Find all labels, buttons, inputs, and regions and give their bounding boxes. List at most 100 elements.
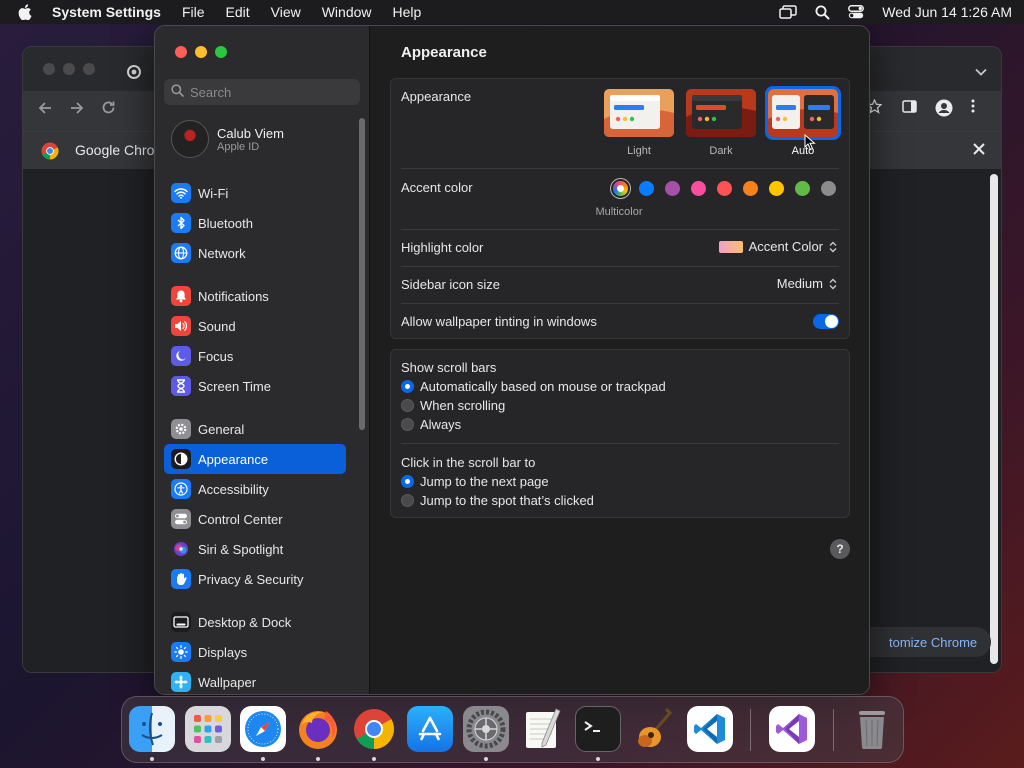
apple-id-account[interactable]: Calub Viem Apple ID bbox=[171, 120, 284, 158]
sidebar-item-label: Control Center bbox=[198, 511, 283, 527]
radio-click-next-page[interactable]: Jump to the next page bbox=[401, 474, 549, 489]
chrome-tab-favicon-icon[interactable] bbox=[127, 65, 141, 82]
menu-file[interactable]: File bbox=[182, 4, 205, 20]
garageband-icon[interactable] bbox=[631, 706, 677, 752]
menu-window[interactable]: Window bbox=[322, 4, 372, 20]
apple-menu-icon[interactable] bbox=[18, 4, 34, 20]
appearance-option-auto[interactable] bbox=[765, 86, 841, 140]
search-input[interactable] bbox=[190, 84, 350, 100]
accent-swatch-purple[interactable] bbox=[665, 181, 680, 196]
sidebar-item-displays[interactable]: Displays bbox=[164, 637, 346, 667]
sidebar-item-wifi[interactable]: Wi-Fi bbox=[164, 178, 346, 208]
dock-separator bbox=[833, 709, 834, 751]
customize-chrome-button[interactable]: tomize Chrome bbox=[863, 627, 992, 657]
radio-scroll-when-scrolling[interactable]: When scrolling bbox=[401, 398, 505, 413]
vscode-icon[interactable] bbox=[687, 706, 733, 752]
appearance-option-light[interactable] bbox=[604, 89, 674, 137]
accent-color-label: Accent color bbox=[401, 180, 473, 195]
settings-sidebar: Calub Viem Apple ID Wi-Fi Bluetooth bbox=[155, 26, 370, 694]
sidebar-item-focus[interactable]: Focus bbox=[164, 341, 346, 371]
accent-swatch-blue[interactable] bbox=[639, 181, 654, 196]
window-minimize-button[interactable] bbox=[195, 46, 207, 58]
sidebar-item-bluetooth[interactable]: Bluetooth bbox=[164, 208, 346, 238]
firefox-icon[interactable] bbox=[295, 706, 341, 752]
sidebar-item-appearance[interactable]: Appearance bbox=[164, 444, 346, 474]
accent-swatch-red[interactable] bbox=[717, 181, 732, 196]
appearance-option-dark[interactable] bbox=[686, 89, 756, 137]
appearance-icon bbox=[171, 449, 191, 469]
appearance-light-label: Light bbox=[627, 145, 651, 157]
sidebar-item-sound[interactable]: Sound bbox=[164, 311, 346, 341]
chrome-maximize-button[interactable] bbox=[83, 63, 95, 75]
chrome-reload-icon[interactable] bbox=[101, 100, 116, 120]
chrome-close-button[interactable] bbox=[43, 63, 55, 75]
sidebar-search[interactable] bbox=[164, 79, 360, 105]
menu-clock[interactable]: Wed Jun 14 1:26 AM bbox=[882, 4, 1012, 20]
accent-swatch-pink[interactable] bbox=[691, 181, 706, 196]
help-button[interactable]: ? bbox=[830, 539, 850, 559]
sidebar-item-network[interactable]: Network bbox=[164, 238, 346, 268]
trash-icon[interactable] bbox=[849, 706, 895, 752]
wifi-icon bbox=[171, 183, 191, 203]
sidebar-item-label: Wi-Fi bbox=[198, 185, 229, 201]
sidebar-item-notifications[interactable]: Notifications bbox=[164, 281, 346, 311]
chrome-minimize-button[interactable] bbox=[63, 63, 75, 75]
sidebar-scrollbar[interactable] bbox=[359, 118, 365, 430]
chrome-scrollbar[interactable] bbox=[990, 174, 998, 664]
control-center-menu-icon[interactable] bbox=[848, 5, 865, 19]
menu-view[interactable]: View bbox=[271, 4, 301, 20]
window-close-button[interactable] bbox=[175, 46, 187, 58]
sidebar-icon-size-popup[interactable]: Medium bbox=[777, 276, 837, 291]
sidebar-item-privacy-security[interactable]: Privacy & Security bbox=[164, 564, 346, 594]
radio-scroll-always[interactable]: Always bbox=[401, 417, 461, 432]
spotlight-search-icon[interactable] bbox=[815, 5, 830, 20]
menu-help[interactable]: Help bbox=[393, 4, 422, 20]
sidebar-item-screen-time[interactable]: Screen Time bbox=[164, 371, 346, 401]
chrome-infobar-close-icon[interactable] bbox=[973, 139, 985, 160]
window-zoom-button[interactable] bbox=[215, 46, 227, 58]
wallpaper-tinting-toggle[interactable] bbox=[813, 314, 839, 329]
chrome-menu-icon[interactable] bbox=[971, 99, 975, 120]
menu-app-name[interactable]: System Settings bbox=[52, 4, 161, 20]
screen-mirroring-icon[interactable] bbox=[779, 5, 798, 19]
accent-swatch-green[interactable] bbox=[795, 181, 810, 196]
radio-button bbox=[401, 399, 414, 412]
accent-swatch-multicolor[interactable] bbox=[613, 181, 628, 196]
sidebar-item-label: Accessibility bbox=[198, 481, 269, 497]
sidebar-item-control-center[interactable]: Control Center bbox=[164, 504, 346, 534]
sidebar-item-desktop-dock[interactable]: Desktop & Dock bbox=[164, 607, 346, 637]
sidebar-item-wallpaper[interactable]: Wallpaper bbox=[164, 667, 346, 694]
radio-button bbox=[401, 494, 414, 507]
highlight-color-popup[interactable]: Accent Color bbox=[718, 239, 837, 254]
textedit-icon[interactable] bbox=[519, 706, 565, 752]
accent-swatch-graphite[interactable] bbox=[821, 181, 836, 196]
terminal-icon[interactable] bbox=[575, 706, 621, 752]
system-settings-icon[interactable] bbox=[463, 706, 509, 752]
bluetooth-icon bbox=[171, 213, 191, 233]
accent-swatch-yellow[interactable] bbox=[769, 181, 784, 196]
sidebar-item-general[interactable]: General bbox=[164, 414, 346, 444]
accent-swatch-orange[interactable] bbox=[743, 181, 758, 196]
finder-icon[interactable] bbox=[129, 706, 175, 752]
appearance-auto-label: Auto bbox=[791, 145, 815, 157]
app-store-icon[interactable] bbox=[407, 706, 453, 752]
sidebar-item-label: Siri & Spotlight bbox=[198, 541, 284, 557]
bell-icon bbox=[171, 286, 191, 306]
safari-icon[interactable] bbox=[240, 706, 286, 752]
visual-studio-icon[interactable] bbox=[769, 706, 815, 752]
radio-scroll-automatic[interactable]: Automatically based on mouse or trackpad bbox=[401, 379, 666, 394]
sidebar-item-label: Focus bbox=[198, 348, 234, 364]
sidebar-item-siri-spotlight[interactable]: Siri & Spotlight bbox=[164, 534, 346, 564]
sidebar-item-accessibility[interactable]: Accessibility bbox=[164, 474, 346, 504]
side-panel-icon[interactable] bbox=[902, 99, 917, 120]
profile-avatar-icon[interactable] bbox=[935, 99, 953, 120]
chrome-forward-icon[interactable] bbox=[69, 100, 85, 120]
menu-edit[interactable]: Edit bbox=[226, 4, 250, 20]
chrome-icon[interactable] bbox=[351, 706, 397, 752]
radio-click-spot[interactable]: Jump to the spot that’s clicked bbox=[401, 493, 594, 508]
launchpad-icon[interactable] bbox=[185, 706, 231, 752]
chrome-back-icon[interactable] bbox=[37, 100, 53, 120]
sidebar-item-label: Bluetooth bbox=[198, 215, 253, 231]
chrome-tab-search-chevron-icon[interactable] bbox=[975, 63, 987, 79]
menu-bar: System Settings File Edit View Window He… bbox=[0, 0, 1024, 24]
